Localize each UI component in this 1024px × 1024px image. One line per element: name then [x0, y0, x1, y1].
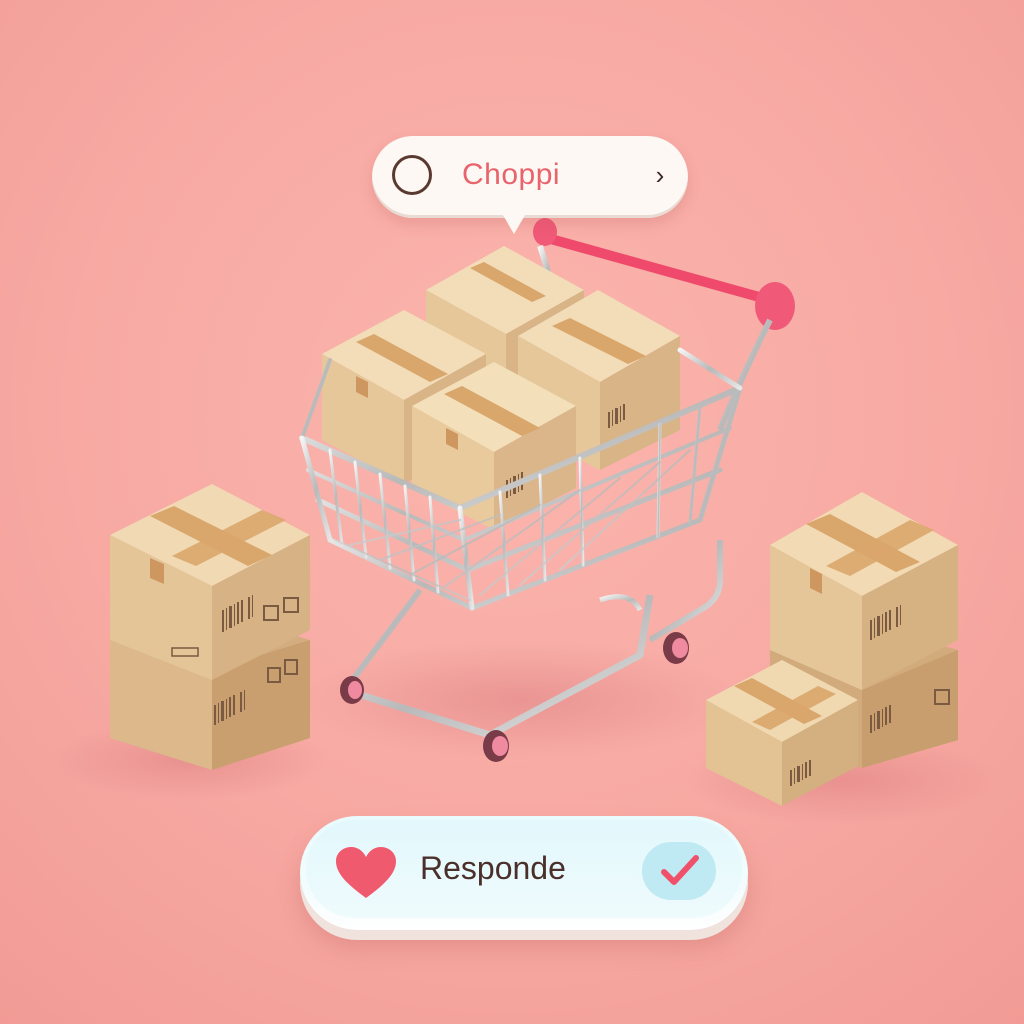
heart-icon[interactable]: [334, 846, 398, 900]
responde-label: Responde: [420, 850, 566, 886]
bubble-tail: [500, 210, 528, 234]
check-button[interactable]: [642, 842, 716, 900]
bubble-label: Choppi: [462, 158, 561, 191]
cart-wheel: [663, 632, 689, 664]
left-box-stack: [110, 484, 310, 770]
chevron-right-icon[interactable]: ›: [650, 158, 670, 192]
cart-wheel: [483, 730, 509, 762]
circle-outline-icon[interactable]: [392, 155, 432, 195]
cart-wheel: [340, 676, 364, 704]
check-icon: [661, 855, 699, 885]
